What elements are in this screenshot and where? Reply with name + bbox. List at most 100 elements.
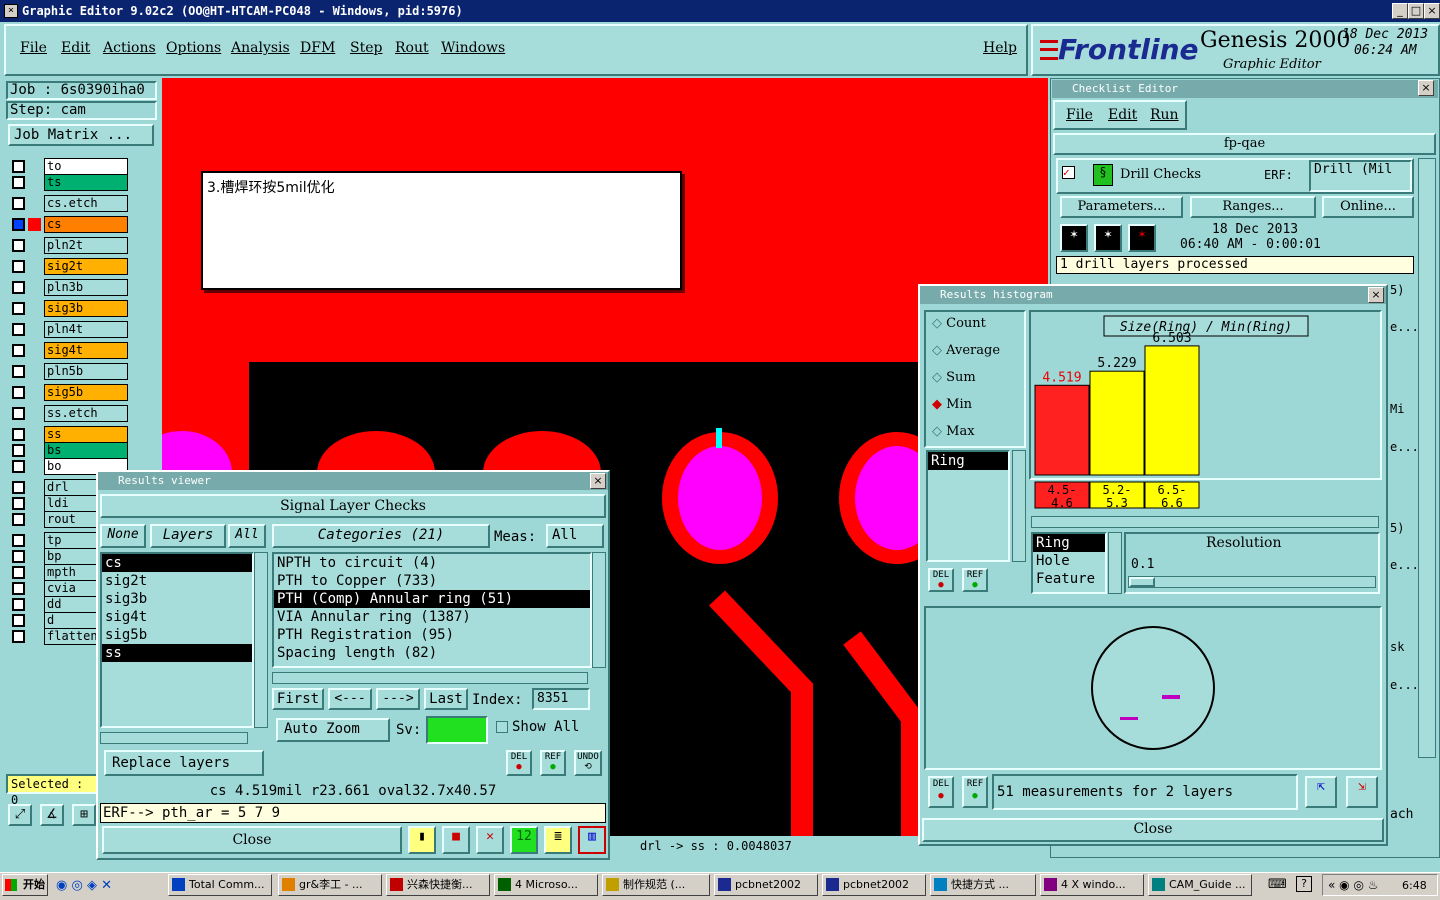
taskbar-item[interactable]: pcbnet2002 bbox=[714, 874, 818, 896]
next-button[interactable]: ---> bbox=[376, 688, 420, 710]
run-check-icon[interactable]: ✶ bbox=[1060, 224, 1088, 252]
auto-zoom-dropdown[interactable]: Auto Zoom bbox=[276, 718, 390, 742]
import-icon[interactable]: ⇲ bbox=[1346, 776, 1378, 808]
last-button[interactable]: Last bbox=[424, 688, 468, 710]
layer-row-to[interactable]: to bbox=[10, 158, 128, 175]
hist-ref-button[interactable]: REF ● bbox=[962, 568, 988, 592]
taskbar-item[interactable]: 兴森快捷衡... bbox=[386, 874, 490, 896]
menu-analysis[interactable]: Analysis bbox=[231, 40, 290, 56]
preview-ref-button[interactable]: REF ● bbox=[962, 776, 988, 808]
checklist-menu-edit[interactable]: Edit bbox=[1108, 107, 1137, 123]
viewer-layer-item[interactable]: sig5b bbox=[102, 626, 252, 644]
erf-value[interactable]: Drill (Mil bbox=[1309, 160, 1412, 192]
feature-item[interactable]: Ring bbox=[1033, 534, 1105, 552]
taskbar-item[interactable]: 4 Microso... bbox=[494, 874, 598, 896]
layer-checkbox[interactable] bbox=[12, 460, 25, 473]
layer-checkbox[interactable] bbox=[12, 598, 25, 611]
viewer-layer-item[interactable]: sig4t bbox=[102, 608, 252, 626]
layer-row-ss[interactable]: ss bbox=[10, 426, 128, 443]
layer-checkbox[interactable] bbox=[12, 302, 25, 315]
layer-checkbox[interactable] bbox=[12, 428, 25, 441]
viewer-category-item[interactable]: PTH Registration (95) bbox=[274, 626, 590, 644]
layer-name[interactable]: sig3b bbox=[44, 300, 128, 317]
viewer-close-icon[interactable]: × bbox=[590, 473, 606, 489]
menu-rout[interactable]: Rout bbox=[395, 40, 429, 56]
layer-checkbox[interactable] bbox=[12, 534, 25, 547]
layer-name[interactable]: pln2t bbox=[44, 237, 128, 254]
menu-help[interactable]: Help bbox=[983, 40, 1017, 56]
menu-file[interactable]: File bbox=[20, 40, 47, 56]
meas-dropdown[interactable]: All bbox=[546, 524, 604, 548]
numbers-icon[interactable]: 12 bbox=[510, 826, 538, 854]
histogram-icon[interactable]: ▥ bbox=[578, 826, 606, 854]
viewer-category-item[interactable]: VIA Annular ring (1387) bbox=[274, 608, 590, 626]
layer-name[interactable]: sig2t bbox=[44, 258, 128, 275]
parameters-button[interactable]: Parameters... bbox=[1060, 196, 1183, 218]
zoom-tool-icon[interactable]: ⤢ bbox=[8, 804, 32, 826]
layers-tab[interactable]: Layers bbox=[150, 524, 226, 548]
first-button[interactable]: First bbox=[272, 688, 324, 710]
layer-checkbox[interactable] bbox=[12, 176, 25, 189]
minimize-icon[interactable]: _ bbox=[1392, 3, 1408, 19]
layer-name[interactable]: pln3b bbox=[44, 279, 128, 296]
resolution-slider[interactable] bbox=[1128, 576, 1376, 588]
layer-row-ts[interactable]: ts bbox=[10, 174, 128, 191]
viewer-category-item[interactable]: PTH to Copper (733) bbox=[274, 572, 590, 590]
layer-checkbox[interactable] bbox=[12, 344, 25, 357]
clear-results-icon[interactable]: ✕ bbox=[476, 826, 504, 854]
checklist-menu-file[interactable]: File bbox=[1066, 107, 1093, 123]
close-icon[interactable]: × bbox=[1424, 3, 1440, 19]
viewer-category-item[interactable]: PTH (Comp) Annular ring (51) bbox=[274, 590, 590, 608]
viewer-layer-item[interactable]: sig3b bbox=[102, 590, 252, 608]
category-scrollbar[interactable] bbox=[592, 552, 606, 668]
run-check-icon[interactable]: ✶ bbox=[1094, 224, 1122, 252]
layer-name[interactable]: sig5b bbox=[44, 384, 128, 401]
layer-row-pln2t[interactable]: pln2t bbox=[10, 237, 128, 254]
taskbar-item[interactable]: Total Comm... bbox=[168, 874, 272, 896]
taskbar-item[interactable]: 制作规范 (... bbox=[602, 874, 710, 896]
checklist-menu-run[interactable]: Run bbox=[1150, 107, 1179, 123]
categories-tab[interactable]: Categories (21) bbox=[272, 524, 490, 548]
taskbar-item[interactable]: 快捷方式 ... bbox=[930, 874, 1036, 896]
hist-option-sum[interactable]: ◇ Sum bbox=[932, 370, 976, 385]
layer-name[interactable]: bs bbox=[44, 442, 128, 459]
viewer-layer-item[interactable]: ss bbox=[102, 644, 252, 662]
menu-actions[interactable]: Actions bbox=[103, 40, 156, 56]
job-matrix-button[interactable]: Job Matrix ... bbox=[8, 124, 154, 146]
layer-checkbox[interactable] bbox=[12, 407, 25, 420]
export-icon[interactable]: ⇱ bbox=[1305, 776, 1337, 808]
checklist-scrollbar[interactable] bbox=[1418, 158, 1436, 758]
layer-action-icon[interactable]: ▮ bbox=[408, 826, 436, 854]
layer-checkbox[interactable] bbox=[12, 497, 25, 510]
layer-checkbox[interactable] bbox=[12, 550, 25, 563]
viewer-del-button[interactable]: DEL ● bbox=[506, 750, 532, 776]
show-all-checkbox[interactable] bbox=[496, 721, 508, 733]
layer-checkbox[interactable] bbox=[12, 481, 25, 494]
layer-row-bs[interactable]: bs bbox=[10, 442, 128, 459]
layer-checkbox[interactable] bbox=[12, 323, 25, 336]
histogram-bar[interactable] bbox=[1089, 370, 1145, 476]
layer-checkbox[interactable] bbox=[12, 260, 25, 273]
ring-list-item[interactable]: Ring bbox=[928, 452, 1008, 470]
layer-list-scrollbar[interactable] bbox=[254, 552, 268, 728]
layer-row-pln3b[interactable]: pln3b bbox=[10, 279, 128, 296]
feature-list[interactable]: Ring Hole Feature bbox=[1031, 532, 1107, 594]
viewer-category-list[interactable]: NPTH to circuit (4) PTH to Copper (733) PT… bbox=[272, 552, 592, 668]
all-button[interactable]: All bbox=[228, 524, 266, 548]
layer-name[interactable]: cs.etch bbox=[44, 195, 128, 212]
ring-list-scrollbar[interactable] bbox=[1012, 450, 1026, 562]
layer-checkbox[interactable] bbox=[12, 566, 25, 579]
layer-name[interactable]: ss.etch bbox=[44, 405, 128, 422]
taskbar-item[interactable]: gr&李工 - ... bbox=[278, 874, 382, 896]
layer-checkbox[interactable] bbox=[12, 218, 25, 231]
layer-checkbox[interactable] bbox=[12, 444, 25, 457]
layer-name[interactable]: ts bbox=[44, 174, 128, 191]
layer-name[interactable]: to bbox=[44, 158, 128, 175]
preview-del-button[interactable]: DEL ● bbox=[928, 776, 954, 808]
histogram-close-button[interactable]: Close bbox=[922, 818, 1384, 842]
viewer-category-item[interactable]: Spacing length (82) bbox=[274, 644, 590, 662]
menu-dfm[interactable]: DFM bbox=[300, 40, 335, 56]
layer-checkbox[interactable] bbox=[12, 239, 25, 252]
layer-row-sig4t[interactable]: sig4t bbox=[10, 342, 128, 359]
check-enabled-checkbox[interactable]: ✓ bbox=[1062, 166, 1075, 179]
